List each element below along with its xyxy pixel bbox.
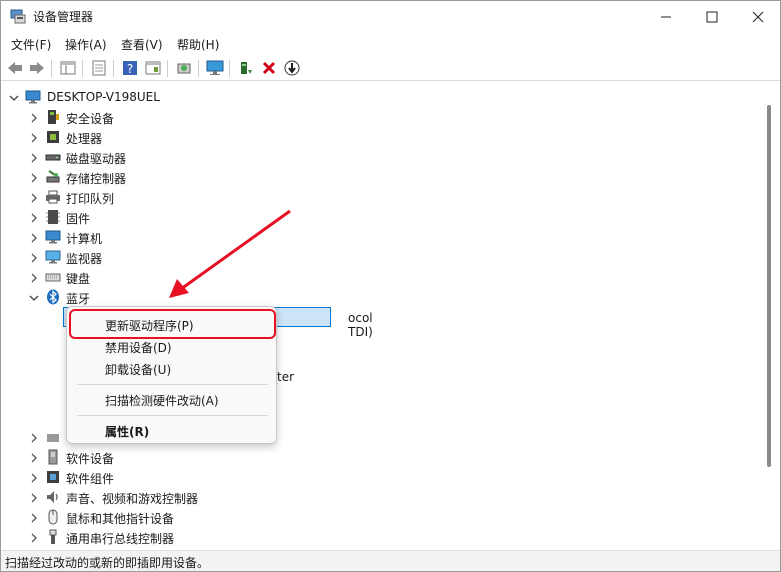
status-text: 扫描经过改动的或新的即插即用设备。: [5, 556, 210, 570]
status-bar: 扫描经过改动的或新的即插即用设备。: [1, 550, 780, 571]
device-manager-window: 设备管理器 文件(F) 操作(A) 查看(V) 帮助(H) ? DESKTOP-…: [0, 0, 781, 572]
annotation-arrow: [169, 209, 291, 298]
